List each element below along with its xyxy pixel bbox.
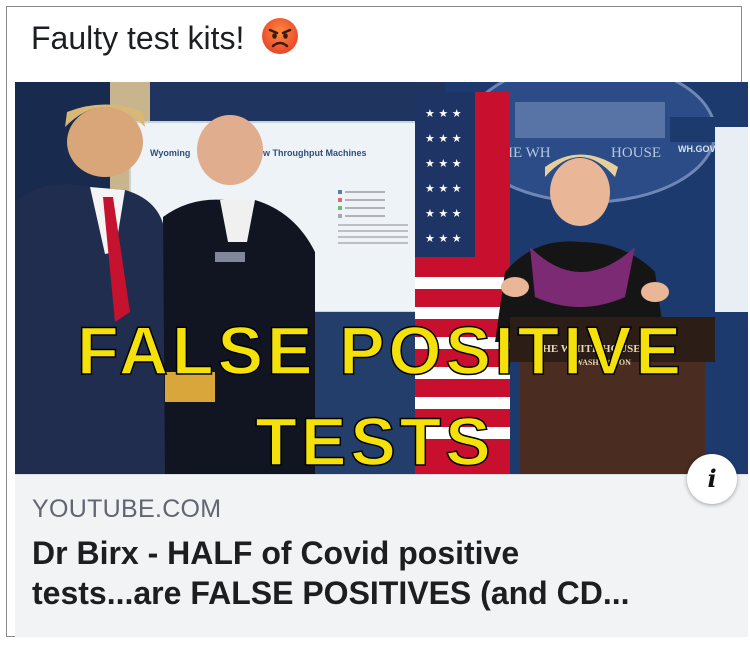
link-title[interactable]: Dr Birx - HALF of Covid positive tests..… [32,533,732,613]
link-preview-card[interactable]: Wyoming w Throughput Machines THE WH HOU… [15,82,748,637]
svg-text:★ ★ ★: ★ ★ ★ [425,182,462,195]
svg-text:★ ★ ★: ★ ★ ★ [425,157,462,170]
svg-text:★ ★ ★: ★ ★ ★ [425,207,462,220]
post-text-content: Faulty test kits! [31,20,245,56]
post-frame: Faulty test kits! Wyoming w Throughput M… [6,6,748,637]
wh-gov-label: WH.GOV [678,144,716,154]
slide-title-left: Wyoming [150,148,190,158]
link-title-line-1: Dr Birx - HALF of Covid positive [32,535,520,571]
angry-face-emoji-icon [261,17,299,64]
overlay-text-line-2: TESTS [255,404,494,474]
overlay-text-line-1: FALSE POSITIVE [77,313,685,389]
info-button[interactable]: i [687,454,737,504]
slide-title-right: w Throughput Machines [262,148,367,158]
link-title-line-2: tests...are FALSE POSITIVES (and CD... [32,575,630,611]
post-text: Faulty test kits! [31,17,299,64]
press-briefing-image: Wyoming w Throughput Machines THE WH HOU… [15,82,748,474]
link-meta[interactable]: YOUTUBE.COM Dr Birx - HALF of Covid posi… [15,474,748,637]
link-domain: YOUTUBE.COM [32,495,222,523]
svg-text:★ ★ ★: ★ ★ ★ [425,232,462,245]
info-icon: i [707,464,717,493]
video-thumbnail[interactable]: Wyoming w Throughput Machines THE WH HOU… [15,82,748,474]
svg-text:★ ★ ★: ★ ★ ★ [425,107,462,120]
svg-text:★ ★ ★: ★ ★ ★ [425,132,462,145]
seal-text-2: HOUSE [611,145,661,161]
